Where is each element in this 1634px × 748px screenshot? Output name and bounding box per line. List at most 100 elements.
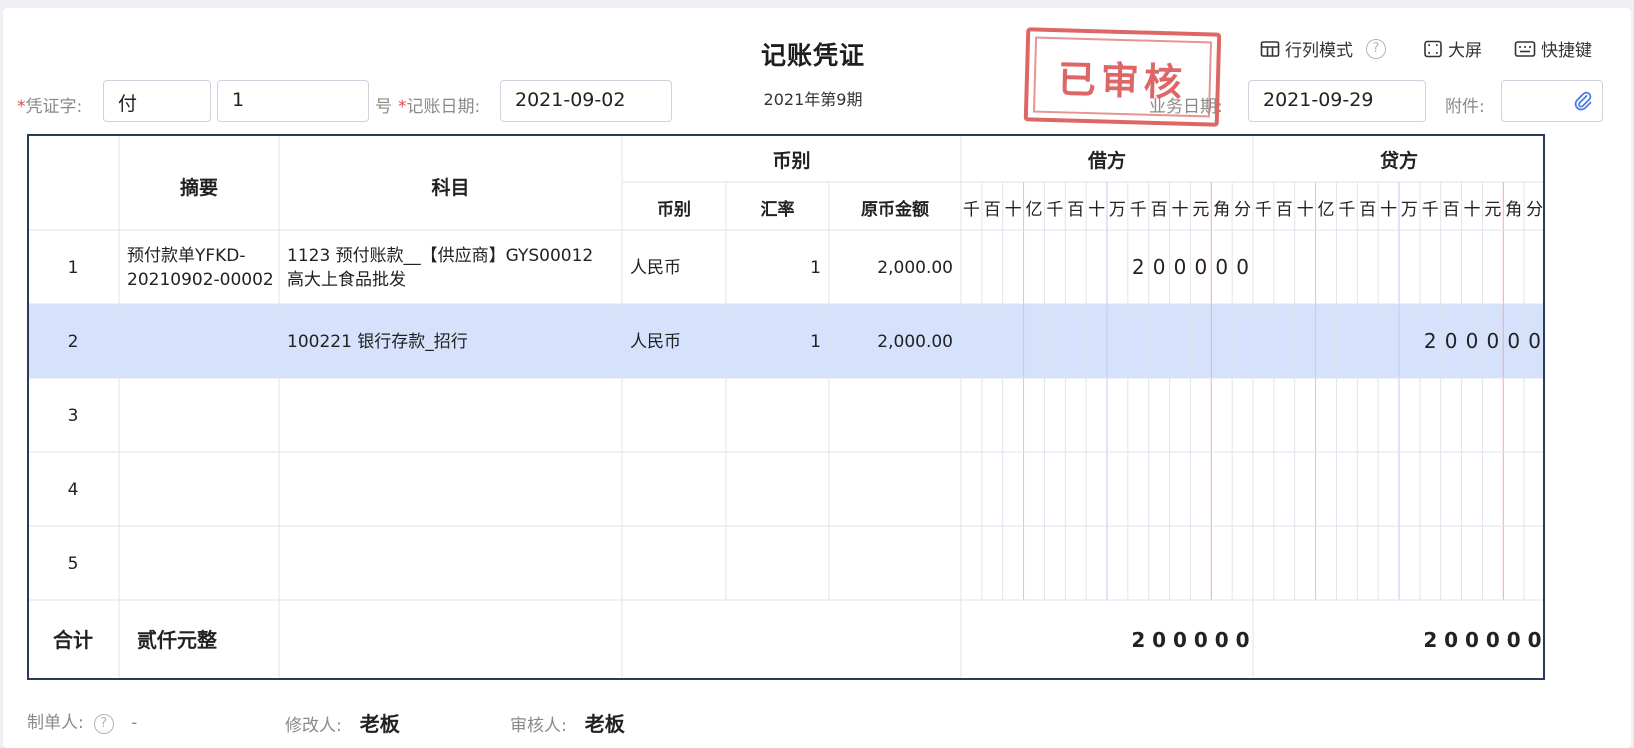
- digit-unit-label: 十: [1171, 200, 1188, 220]
- total-debit-digit: 0: [1215, 628, 1229, 652]
- digit-unit-label: 百: [1359, 200, 1376, 220]
- credit-digit: 0: [1445, 329, 1458, 353]
- debit-digit: 0: [1236, 255, 1249, 279]
- row-number: 5: [68, 554, 79, 574]
- total-credit-digit: 0: [1507, 628, 1521, 652]
- creator-field: 制单人:? -: [27, 708, 137, 734]
- total-label: 合计: [53, 628, 93, 652]
- auditor-value: 老板: [584, 712, 625, 736]
- table-icon: [1260, 40, 1280, 58]
- fullscreen-icon: [1423, 40, 1443, 58]
- credit-digit: 0: [1507, 329, 1520, 353]
- shortcuts-button[interactable]: 快捷键: [1514, 36, 1592, 61]
- debit-header: 借方: [1087, 149, 1126, 172]
- summary-header: 摘要: [180, 176, 218, 199]
- row-number: 4: [68, 480, 79, 500]
- debit-digit: 0: [1174, 255, 1187, 279]
- digit-unit-label: 百: [984, 200, 1001, 220]
- debit-digit: 0: [1153, 255, 1166, 279]
- help-icon[interactable]: ?: [93, 714, 114, 734]
- digit-unit-label: 千: [1130, 200, 1147, 220]
- voucher-word-select[interactable]: 付: [103, 80, 211, 122]
- total-credit-digit: 0: [1465, 628, 1479, 652]
- rate-header: 汇率: [761, 199, 795, 220]
- digit-unit-label: 分: [1234, 200, 1251, 220]
- total-debit-digit: 0: [1236, 628, 1250, 652]
- digit-unit-label: 角: [1213, 200, 1230, 220]
- digit-unit-label: 十: [1297, 200, 1314, 220]
- currency-group-header: 币别: [772, 150, 810, 172]
- digit-unit-label: 千: [1338, 200, 1355, 220]
- total-credit-digit: 2: [1423, 628, 1437, 652]
- fullscreen-label: 大屏: [1448, 41, 1482, 61]
- digit-unit-label: 十: [1005, 200, 1022, 220]
- total-credit-digit: 0: [1486, 628, 1500, 652]
- fullscreen-button[interactable]: 大屏: [1423, 36, 1482, 61]
- digit-unit-label: 万: [1401, 200, 1418, 220]
- row-highlight: [27, 304, 1545, 378]
- account-cell: 100221 银行存款_招行: [287, 332, 468, 352]
- currency-header: 币别: [657, 200, 691, 220]
- digit-unit-label: 十: [1088, 200, 1105, 220]
- debit-digit: 0: [1194, 255, 1207, 279]
- paperclip-icon[interactable]: [1572, 90, 1594, 117]
- auditor-label: 审核人:: [510, 716, 567, 736]
- rate-cell: 1: [810, 332, 821, 352]
- period-label: 2021年第9期: [763, 90, 863, 109]
- digit-unit-label: 元: [1192, 200, 1209, 220]
- total-debit-digit: 0: [1152, 628, 1166, 652]
- modifier-label: 修改人:: [285, 716, 342, 736]
- credit-digit: 2: [1424, 329, 1437, 353]
- business-date-input[interactable]: 2021-09-29: [1248, 80, 1426, 122]
- modifier-field: 修改人: 老板: [285, 708, 400, 737]
- credit-digit: 0: [1466, 329, 1479, 353]
- credit-digit: 0: [1528, 329, 1541, 353]
- number-suffix: 号: [375, 97, 392, 117]
- attachment-input[interactable]: [1501, 80, 1603, 122]
- digit-unit-label: 百: [1443, 200, 1460, 220]
- total-credit-digit: 0: [1528, 628, 1542, 652]
- summary-cell: 预付款单YFKD-: [127, 246, 246, 266]
- account-header: 科目: [431, 176, 469, 199]
- credit-digit: 0: [1486, 329, 1499, 353]
- date-input[interactable]: 2021-09-02: [500, 80, 672, 122]
- total-credit-digit: 0: [1444, 628, 1458, 652]
- row-col-mode-button[interactable]: 行列模式 ?: [1260, 36, 1386, 61]
- page-title: 记账凭证: [760, 41, 865, 70]
- digit-unit-label: 分: [1526, 200, 1543, 220]
- digit-unit-label: 千: [963, 200, 980, 220]
- currency-cell: 人民币: [630, 332, 681, 352]
- voucher-card: 记账凭证 2021年第9期 *凭证字: 付 1 号 *记账日期: 2021-09…: [3, 8, 1631, 748]
- help-icon[interactable]: ?: [1366, 38, 1386, 59]
- voucher-number-input[interactable]: 1: [217, 80, 369, 122]
- amount-cell: 2,000.00: [877, 258, 953, 278]
- row-col-mode-label: 行列模式: [1285, 41, 1353, 61]
- voucher-word-label: *凭证字:: [17, 97, 83, 117]
- auditor-field: 审核人: 老板: [510, 708, 625, 737]
- rate-cell: 1: [810, 258, 821, 278]
- digit-unit-label: 万: [1109, 200, 1126, 220]
- amount-cell: 2,000.00: [877, 332, 953, 352]
- account-cell: 高大上食品批发: [287, 270, 406, 290]
- digit-unit-label: 十: [1380, 200, 1397, 220]
- debit-digit: 0: [1215, 255, 1228, 279]
- total-debit-digit: 0: [1173, 628, 1187, 652]
- row-number: 1: [68, 258, 79, 278]
- keyboard-icon: [1514, 40, 1536, 58]
- summary-cell: 20210902-00002: [127, 270, 274, 290]
- digit-unit-label: 十: [1463, 200, 1480, 220]
- orig-amount-header: 原币金额: [861, 199, 929, 220]
- digit-unit-label: 千: [1422, 200, 1439, 220]
- debit-digit: 2: [1132, 255, 1145, 279]
- total-debit-digit: 2: [1131, 628, 1145, 652]
- digit-unit-label: 千: [1046, 200, 1063, 220]
- modifier-value: 老板: [359, 712, 400, 736]
- credit-header: 贷方: [1380, 149, 1418, 172]
- total-amount-words: 贰仟元整: [137, 628, 217, 652]
- digit-unit-label: 百: [1151, 200, 1168, 220]
- digit-unit-label: 元: [1484, 200, 1501, 220]
- shortcuts-label: 快捷键: [1541, 41, 1592, 61]
- date-label: *记账日期:: [398, 97, 481, 117]
- digit-unit-label: 亿: [1025, 200, 1042, 220]
- creator-value: -: [131, 713, 138, 733]
